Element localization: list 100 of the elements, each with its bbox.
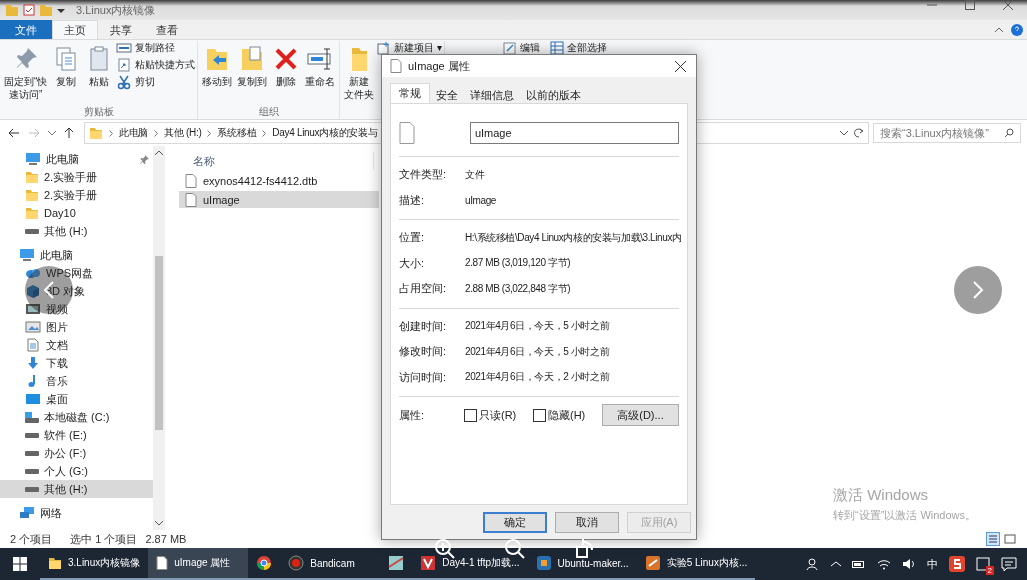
field-label: 描述: [399, 192, 426, 208]
input-method[interactable]: 中 [927, 556, 938, 572]
cloud-icon [25, 266, 41, 280]
ribbon-button[interactable]: 全部选择 [550, 41, 608, 54]
ribbon-button[interactable]: 复制 [50, 41, 83, 105]
zoom-out-icon[interactable] [504, 538, 526, 560]
chevron-down-icon[interactable] [155, 520, 163, 526]
advanced-button[interactable]: 高级(D)... [601, 404, 679, 426]
checkbox[interactable]: 只读(R) [464, 407, 533, 423]
details-view-icon[interactable] [986, 532, 1000, 546]
nav-item[interactable]: 此电脑 [0, 150, 153, 168]
ribbon-button[interactable]: 新建项目 ▾ [377, 41, 443, 54]
picture-icon [25, 320, 41, 334]
nav-item[interactable]: 网络 [0, 504, 153, 522]
refresh-icon[interactable] [854, 128, 864, 138]
people-icon[interactable] [806, 557, 820, 571]
nav-item[interactable]: Day10 [0, 204, 153, 222]
chevron-down-icon[interactable] [48, 130, 56, 136]
ribbon-tab[interactable]: 查看 [144, 20, 190, 39]
taskbar-item[interactable]: Bandicam [280, 548, 381, 580]
nav-item[interactable]: 文档 [0, 336, 153, 354]
breadcrumb[interactable]: 系统移植 [217, 126, 257, 140]
activation-title: 激活 Windows [833, 486, 930, 505]
next-button[interactable] [954, 266, 1002, 314]
back-icon[interactable] [8, 128, 20, 138]
volume-icon[interactable] [902, 558, 916, 570]
ribbon-tab[interactable]: 主页 [52, 20, 98, 39]
nav-item[interactable]: 图片 [0, 318, 153, 336]
close-icon[interactable] [1003, 0, 1013, 10]
app-icon[interactable] [976, 557, 990, 571]
nav-item[interactable]: 2.实验手册 [0, 186, 153, 204]
network-icon [19, 506, 35, 520]
chevron-down-icon[interactable] [840, 130, 848, 136]
wifi-icon[interactable] [877, 558, 891, 570]
help-icon[interactable] [1011, 23, 1023, 36]
nav-item[interactable]: 此电脑 [0, 246, 153, 264]
map-icon [388, 555, 405, 571]
folder-icon [48, 556, 62, 570]
battery-icon[interactable] [852, 559, 866, 569]
scrollbar[interactable] [153, 146, 165, 530]
dialog-button[interactable]: 取消 [555, 511, 619, 533]
ribbon-button[interactable]: 剪切 [116, 75, 196, 88]
monitor-icon [25, 152, 41, 166]
ribbon-button[interactable]: 删除 [270, 41, 303, 105]
search-field[interactable]: 搜索“3.Linux内核镜像” [873, 123, 1021, 143]
taskbar-item[interactable]: Ubuntu-maker... [527, 548, 637, 580]
ribbon-button[interactable]: 复制到 [235, 41, 270, 105]
nav-item[interactable]: 2.实验手册 [0, 168, 153, 186]
ribbon-button[interactable]: 重命名 [303, 41, 338, 105]
zoom-in-icon[interactable] [434, 538, 456, 560]
checkbox[interactable]: 隐藏(H) [533, 407, 602, 423]
name-field[interactable]: uImage [469, 122, 679, 144]
chevron-up-icon[interactable] [155, 150, 163, 156]
dialog-tab[interactable]: 详细信息 [464, 85, 520, 103]
breadcrumb[interactable]: 此电脑 [119, 126, 149, 140]
breadcrumb[interactable]: 其他 (H:) [164, 126, 202, 140]
nav-item[interactable]: 桌面 [0, 390, 153, 408]
ribbon-button[interactable]: 粘贴快捷方式 [116, 58, 196, 71]
ribbon-button[interactable]: 新建 文件夹 [342, 41, 377, 105]
field-label: 文件类型: [399, 167, 448, 183]
taskbar-item[interactable]: uImage 属性 [148, 548, 249, 580]
file-row[interactable]: uImage [179, 191, 379, 208]
notification-icon[interactable] [1001, 557, 1017, 571]
nav-item[interactable]: 下载 [0, 354, 153, 372]
file-icon [185, 192, 197, 207]
dropdown-icon[interactable] [57, 6, 65, 14]
ribbon-button[interactable]: 编辑 [503, 41, 541, 54]
taskbar-item[interactable]: Day4-1 tftp加载... [412, 548, 528, 580]
field-value: 文件 [465, 167, 486, 182]
rotate-icon[interactable] [574, 538, 596, 560]
close-icon[interactable] [675, 60, 686, 72]
ribbon-tab[interactable]: 共享 [98, 20, 144, 39]
taskbar-item[interactable]: 实验5 Linux内核... [636, 548, 756, 580]
file-row[interactable]: exynos4412-fs4412.dtb [179, 172, 379, 189]
app-icon[interactable] [949, 556, 965, 572]
nav-item[interactable]: 本地磁盘 (C:) [0, 408, 153, 426]
breadcrumb[interactable]: Day4 Linux内核的安装与 [272, 126, 378, 140]
ribbon-button[interactable]: 移动到 [200, 41, 235, 105]
properties-icon[interactable] [23, 4, 35, 16]
up-arrow-icon[interactable] [64, 127, 74, 139]
ribbon-button[interactable]: 粘贴 [83, 41, 116, 105]
dialog-tab[interactable]: 以前的版本 [520, 85, 587, 103]
nav-item[interactable]: 其他 (H:) [0, 222, 153, 240]
nav-item[interactable]: 办公 (F:) [0, 444, 153, 462]
column-header[interactable]: 名称 [193, 153, 215, 169]
nav-item[interactable]: 音乐 [0, 372, 153, 390]
ribbon-tab[interactable]: 文件 [0, 20, 52, 39]
nav-item[interactable]: 其他 (H:) [0, 480, 153, 498]
file-icon [185, 173, 197, 188]
dialog-tab[interactable]: 安全 [430, 85, 464, 103]
ribbon-button[interactable]: 复制路径 [116, 41, 196, 54]
dialog-button[interactable]: 确定 [483, 511, 547, 533]
ribbon-button[interactable]: 固定到“快 速访问” [2, 41, 50, 105]
file-icon [156, 556, 169, 570]
dialog-tab[interactable]: 常规 [390, 83, 430, 103]
maximize-icon[interactable] [965, 0, 975, 10]
window-title: 3.Linux内核镜像 [76, 2, 157, 18]
field-label: 访问时间: [399, 369, 448, 385]
nav-item[interactable]: 个人 (G:) [0, 462, 153, 480]
nav-item[interactable]: 软件 (E:) [0, 426, 153, 444]
